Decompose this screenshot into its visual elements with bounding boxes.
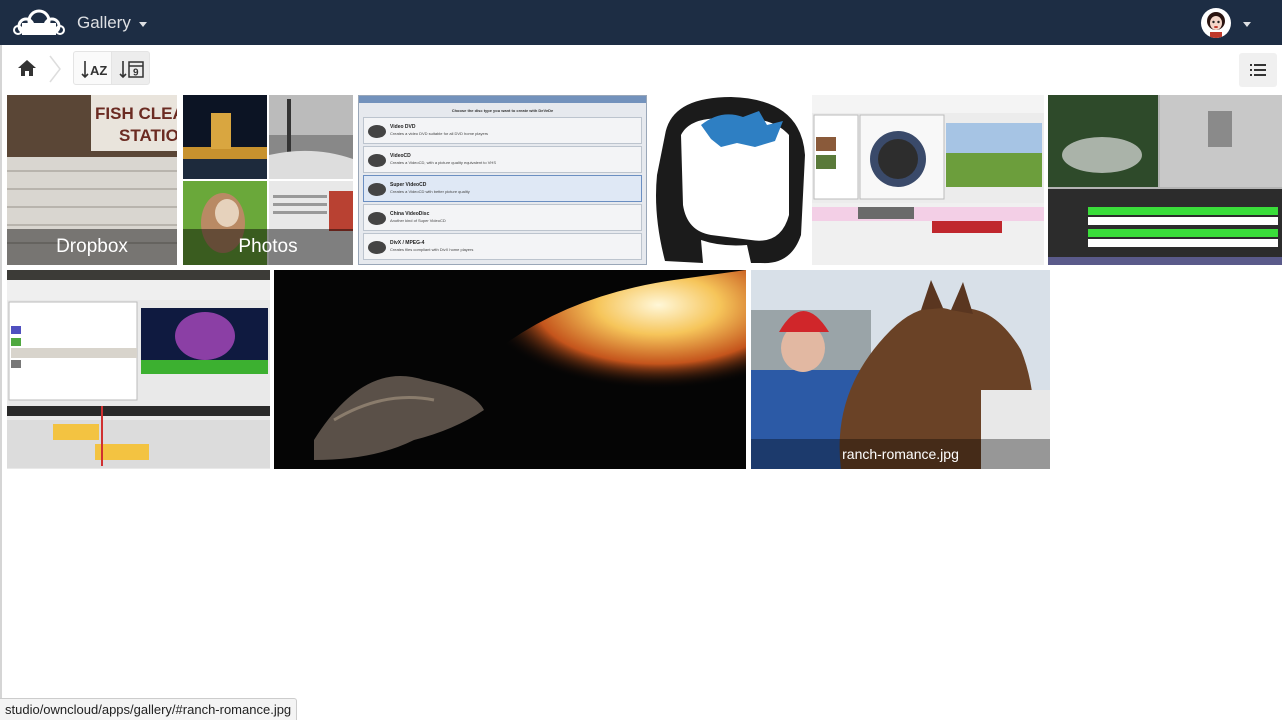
disc-icon xyxy=(368,125,386,138)
app-menu-button[interactable]: Gallery xyxy=(77,13,147,33)
breadcrumb-separator-icon xyxy=(49,55,61,83)
owncloud-logo-icon[interactable] xyxy=(12,6,66,38)
sort-date-icon: 9 xyxy=(119,61,144,79)
app-name-label: Gallery xyxy=(77,13,131,32)
gallery-controls: AZ 9 xyxy=(0,45,1282,91)
album-label: Dropbox xyxy=(7,229,177,265)
list-icon xyxy=(1250,64,1266,76)
disc-icon xyxy=(368,241,386,254)
user-menu-chevron-icon[interactable] xyxy=(1243,22,1251,27)
image-tile-ranch-romance[interactable]: ranch-romance.jpg xyxy=(751,270,1050,469)
dvd-option: Video DVD Creates a video DVD suitable f… xyxy=(363,117,642,144)
disc-icon xyxy=(368,183,386,196)
image-tile-video-editor[interactable] xyxy=(812,95,1044,265)
status-bar-url: studio/owncloud/apps/gallery/#ranch-roma… xyxy=(0,698,298,720)
openshot-screenshot xyxy=(7,270,270,469)
sort-by-date-button[interactable]: 9 xyxy=(111,51,150,85)
image-tile-head-drawing[interactable] xyxy=(651,95,808,265)
svg-text:9: 9 xyxy=(133,68,139,79)
fire-breathing-creature-image xyxy=(274,270,746,469)
image-tile-cinelerra[interactable] xyxy=(1048,95,1282,265)
dialog-titlebar xyxy=(359,96,646,103)
header-bar: Gallery xyxy=(0,0,1282,45)
dvd-option-list: Video DVD Creates a video DVD suitable f… xyxy=(359,113,646,260)
album-tile-dropbox[interactable]: FISH CLEANI STATION Dropbox xyxy=(7,95,177,265)
disc-icon xyxy=(368,154,386,167)
file-name-label: ranch-romance.jpg xyxy=(751,439,1050,469)
svg-text:AZ: AZ xyxy=(90,63,107,78)
image-tile-devede[interactable]: Choose the disc type you want to create … xyxy=(358,95,647,265)
album-tile-photos[interactable]: Photos xyxy=(183,95,353,265)
sort-alpha-icon: AZ xyxy=(81,61,107,79)
svg-text:FISH CLEANI: FISH CLEANI xyxy=(95,104,177,123)
dvd-option: VideoCD Creates a VideoCD, with a pictur… xyxy=(363,146,642,173)
disc-icon xyxy=(368,212,386,225)
dvd-option-selected: Super VideoCD Creates a VideoCD with bet… xyxy=(363,175,642,202)
user-avatar[interactable] xyxy=(1201,8,1231,38)
album-label: Photos xyxy=(183,229,353,265)
dvd-option: China VideoDisc Another kind of Super Vi… xyxy=(363,204,642,231)
home-icon[interactable] xyxy=(16,57,38,79)
sort-by-name-button[interactable]: AZ xyxy=(73,51,112,85)
image-tile-openshot[interactable] xyxy=(7,270,270,469)
image-tile-fire-dragon[interactable] xyxy=(274,270,746,469)
head-illustration xyxy=(656,97,805,264)
video-editor-screenshot xyxy=(812,95,1044,265)
svg-text:STATION: STATION xyxy=(119,126,177,145)
chevron-down-icon xyxy=(138,21,147,27)
dvd-option: DivX / MPEG-4 Creates files compliant wi… xyxy=(363,233,642,260)
view-toggle-button[interactable] xyxy=(1239,53,1277,87)
page-left-border xyxy=(0,45,2,720)
cinelerra-screenshot xyxy=(1048,95,1282,265)
